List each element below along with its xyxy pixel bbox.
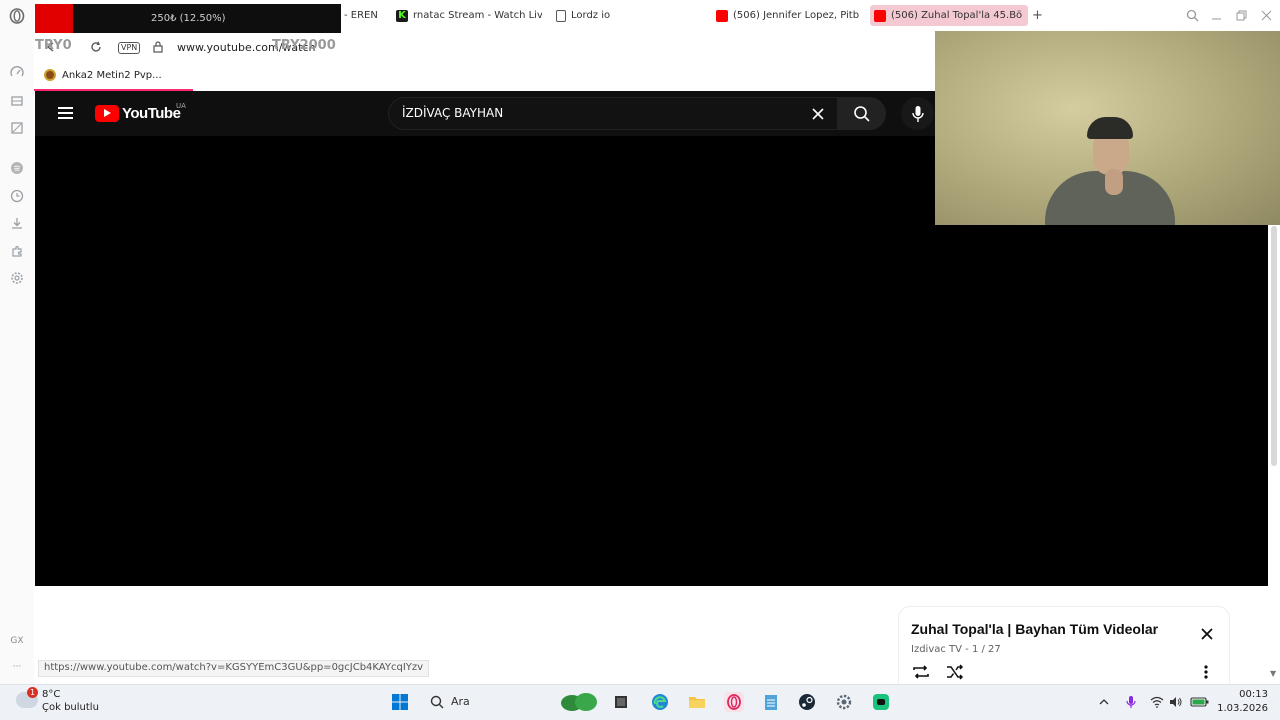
scroll-down-arrow-icon[interactable]: ▼ — [1270, 669, 1276, 678]
youtube-header: YouTube UA İZDİVAÇ BAYHAN — [35, 91, 935, 136]
overlay-progress-text: 250₺ (12.50%) — [151, 13, 226, 24]
kick-favicon-icon: K — [396, 9, 408, 22]
shuffle-icon[interactable] — [945, 664, 965, 684]
webcam-person-hand — [1105, 169, 1123, 195]
microphone-in-use-icon[interactable] — [1123, 694, 1139, 710]
minimize-icon[interactable] — [1209, 8, 1223, 22]
gx-control-icon[interactable] — [9, 93, 25, 109]
extensions-icon[interactable] — [9, 243, 25, 259]
restore-icon[interactable] — [1234, 8, 1248, 22]
tab-kick-stream[interactable]: K rnatac Stream - Watch Liv — [392, 5, 542, 26]
close-playlist-icon[interactable] — [1200, 626, 1214, 645]
search-query-text: İZDİVAÇ BAYHAN — [402, 106, 504, 120]
playlist-title[interactable]: Zuhal Topal'la | Bayhan Tüm Videolar — [911, 621, 1158, 637]
playlist-panel: Zuhal Topal'la | Bayhan Tüm Videolar Izd… — [898, 606, 1230, 684]
windows-start-icon[interactable] — [390, 692, 410, 712]
search-button[interactable] — [838, 97, 886, 130]
voice-search-button[interactable] — [901, 97, 934, 130]
downloads-icon[interactable] — [9, 215, 25, 231]
clock-time[interactable]: 00:13 — [1228, 689, 1268, 700]
taskbar-search-icon[interactable] — [427, 692, 447, 712]
gx-cleaner-icon[interactable] — [9, 120, 25, 136]
weather-badge: 1 — [27, 687, 38, 698]
tab-label: - EREN — [344, 10, 378, 21]
lock-icon[interactable] — [151, 40, 165, 54]
tab-label: (506) Jennifer Lopez, Pitb — [733, 10, 860, 21]
webcam-overlay — [935, 31, 1280, 225]
battery-charging-icon[interactable] — [1190, 694, 1210, 710]
new-tab-button[interactable]: + — [1030, 5, 1046, 26]
tab-search-icon[interactable] — [1185, 8, 1199, 22]
steam-icon[interactable] — [797, 692, 817, 712]
overlay-goal-fill — [35, 4, 73, 33]
youtube-wordmark: YouTube — [122, 105, 181, 122]
country-code: UA — [176, 102, 186, 110]
volume-icon[interactable] — [1168, 694, 1184, 710]
bookmarks-bar: Anka2 Metin2 Pvp... — [34, 64, 935, 91]
edge-browser-icon[interactable] — [650, 692, 670, 712]
clear-search-icon[interactable] — [811, 104, 825, 125]
search-input[interactable]: İZDİVAÇ BAYHAN — [388, 97, 838, 130]
playlist-subtitle: Izdivac TV - 1 / 27 — [911, 644, 1001, 655]
menu-icon[interactable] — [58, 107, 73, 119]
vpn-badge[interactable]: VPN — [118, 42, 141, 54]
status-url-tooltip: https://www.youtube.com/watch?v=KGSYYEmC… — [38, 660, 430, 677]
page-scrollbar[interactable] — [1271, 226, 1277, 466]
microphone-icon — [911, 105, 924, 122]
speed-dial-icon[interactable] — [9, 65, 25, 81]
tab-eren[interactable]: - EREN — [340, 5, 380, 26]
taskbar: 1 8°C Çok bulutlu Ara 00:13 1.03.2026 — [0, 684, 1280, 720]
overlay-min-label: TRY0 — [35, 38, 72, 53]
overlay-max-label: TRY2000 — [272, 38, 336, 53]
opera-logo-icon[interactable] — [9, 8, 25, 24]
search-icon — [854, 105, 870, 122]
more-options-icon[interactable] — [1204, 665, 1208, 683]
sidebar-more-icon[interactable]: ··· — [0, 662, 34, 672]
opera-gx-taskbar-icon[interactable] — [724, 692, 744, 712]
tab-label: rnatac Stream - Watch Liv — [413, 10, 542, 21]
youtube-logo[interactable]: YouTube — [95, 105, 181, 122]
tray-overflow-chevron-icon[interactable] — [1096, 694, 1112, 710]
webcam-person-cap — [1087, 117, 1133, 139]
document-favicon-icon — [556, 9, 566, 22]
tab-label: (506) Zuhal Topal'la 45.Bö — [891, 10, 1023, 21]
spotify-icon[interactable] — [9, 160, 25, 176]
close-window-icon[interactable] — [1259, 8, 1273, 22]
tab-jennifer-lopez[interactable]: (506) Jennifer Lopez, Pitb — [712, 5, 860, 26]
browser-sidebar: GX ··· — [0, 0, 34, 684]
tab-zuhal-topal[interactable]: (506) Zuhal Topal'la 45.Bö — [870, 5, 1028, 26]
weather-description[interactable]: Çok bulutlu — [42, 702, 99, 713]
bookmark-item[interactable]: Anka2 Metin2 Pvp... — [44, 69, 162, 81]
reload-icon[interactable] — [89, 40, 103, 54]
wifi-icon[interactable] — [1149, 694, 1165, 710]
tab-lordz-io[interactable]: Lordz io — [552, 5, 652, 26]
overlay-goal-bar: 250₺ (12.50%) — [73, 4, 341, 33]
youtube-play-icon — [95, 105, 119, 122]
weather-temperature[interactable]: 8°C — [42, 689, 60, 700]
settings-icon[interactable] — [9, 270, 25, 286]
task-view-icon[interactable] — [611, 692, 631, 712]
bookmark-favicon-icon — [44, 69, 56, 81]
file-explorer-icon[interactable] — [687, 692, 707, 712]
address-bar: VPN www.youtube.com/watch — [34, 31, 935, 64]
youtube-favicon-icon — [716, 9, 728, 22]
bookmark-label: Anka2 Metin2 Pvp... — [62, 69, 162, 81]
widgets-landscape-icon[interactable] — [560, 692, 598, 712]
notepad-icon[interactable] — [761, 692, 781, 712]
youtube-favicon-icon — [874, 9, 886, 22]
taskbar-search-label[interactable]: Ara — [451, 695, 470, 708]
tab-label: Lordz io — [571, 10, 611, 21]
clock-date[interactable]: 1.03.2026 — [1212, 703, 1268, 714]
history-icon[interactable] — [9, 188, 25, 204]
xbox-app-icon[interactable] — [871, 692, 891, 712]
gx-label[interactable]: GX — [0, 636, 34, 646]
loop-icon[interactable] — [911, 664, 931, 684]
settings-gear-icon[interactable] — [834, 692, 854, 712]
